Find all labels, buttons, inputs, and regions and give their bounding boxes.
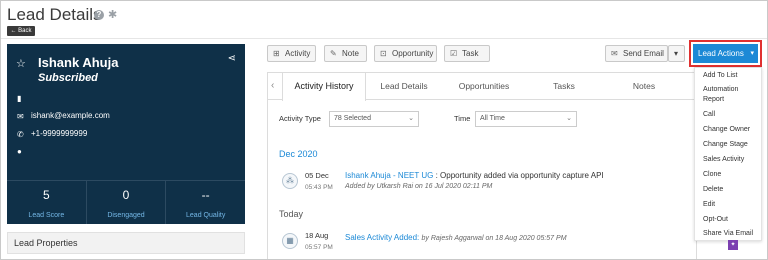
send-email-button[interactable]: ✉ Send Email	[605, 45, 668, 62]
stat-value: 5	[42, 188, 50, 202]
share-icon[interactable]: ⋖	[228, 53, 236, 64]
phone-icon: ✆	[17, 130, 24, 139]
entry-text: : Opportunity added via opportunity capt…	[435, 171, 604, 180]
activity-type-value: 78 Selected	[334, 115, 371, 122]
chevron-down-icon: ▾	[750, 50, 754, 57]
time-label: Time	[454, 114, 471, 123]
tab-activity-history[interactable]: Activity History	[282, 73, 366, 101]
lead-status: Subscribed	[38, 72, 98, 84]
calendar-icon: ▦	[282, 233, 298, 249]
time-select[interactable]: All Time ⌄	[475, 111, 577, 127]
activity-icon: ⊞	[273, 49, 280, 58]
location-icon: ●	[17, 147, 22, 156]
timeline-entry-2: Sales Activity Added: by Rajesh Aggarwal…	[345, 233, 567, 242]
star-icon[interactable]: ☆	[16, 57, 26, 70]
back-button[interactable]: ← Back	[7, 26, 35, 36]
sales-activity-link[interactable]: Sales Activity Added:	[345, 233, 419, 242]
stat-lead-quality: -- Lead Quality	[166, 181, 245, 224]
opportunity-icon: ⊡	[380, 49, 387, 58]
menu-item-automation-report-line2[interactable]: Report	[703, 96, 724, 103]
stat-label: Disengaged	[107, 212, 145, 219]
stat-value: 0	[122, 188, 130, 202]
menu-item-share-via-email[interactable]: Share Via Email	[703, 230, 753, 237]
activity-type-select[interactable]: 78 Selected ⌄	[329, 111, 419, 127]
add-opportunity-button[interactable]: ⊡ Opportunity	[374, 45, 437, 62]
tab-bar: ‹ Activity History Lead Details Opportun…	[268, 73, 696, 101]
lead-actions-highlight: Lead Actions ▾	[689, 40, 762, 67]
stat-label: Lead Score	[28, 212, 65, 219]
group-today: Today	[279, 209, 304, 219]
entry-date: 05 Dec	[305, 171, 329, 180]
lead-actions-label: Lead Actions	[698, 49, 744, 58]
stat-value: --	[201, 188, 210, 202]
bulb-icon[interactable]: ✱	[108, 8, 117, 21]
menu-item-opt-out[interactable]: Opt-Out	[703, 216, 728, 223]
add-opportunity-label: Opportunity	[392, 49, 434, 58]
tab-notes[interactable]: Notes	[602, 73, 686, 99]
tab-lead-details[interactable]: Lead Details	[366, 73, 442, 99]
menu-item-automation-report[interactable]: Automation	[703, 86, 738, 93]
add-note-label: Note	[342, 49, 359, 58]
lead-stats: 5 Lead Score 0 Disengaged -- Lead Qualit…	[7, 180, 245, 224]
menu-item-change-owner[interactable]: Change Owner	[703, 126, 750, 133]
app-frame: Lead Details ? ✱ ← Back ☆ Ishank Ahuja S…	[0, 0, 768, 260]
score-bars-icon: ▮	[17, 94, 22, 103]
menu-item-delete[interactable]: Delete	[703, 186, 723, 193]
lead-properties-header[interactable]: Lead Properties	[7, 232, 245, 254]
page-title: Lead Details	[7, 5, 102, 24]
lead-email[interactable]: ishank@example.com	[31, 111, 110, 120]
opportunity-link[interactable]: Ishank Ahuja - NEET UG	[345, 171, 433, 180]
menu-item-add-to-list[interactable]: Add To List	[703, 72, 738, 79]
time-value: All Time	[480, 115, 505, 122]
lead-phone[interactable]: +1-9999999999	[31, 129, 87, 138]
menu-item-change-stage[interactable]: Change Stage	[703, 141, 748, 148]
activity-type-label: Activity Type	[279, 114, 321, 123]
help-icon[interactable]: ?	[94, 10, 104, 20]
group-dec-2020: Dec 2020	[279, 149, 318, 159]
header-divider	[1, 38, 767, 39]
opportunity-icon: ⁂	[282, 173, 298, 189]
add-task-button[interactable]: ☑ Task	[444, 45, 490, 62]
entry-date: 18 Aug	[305, 231, 329, 240]
lead-actions-button[interactable]: Lead Actions ▾	[693, 44, 758, 63]
chevron-left-icon[interactable]: ‹	[271, 80, 274, 91]
add-task-label: Task	[462, 49, 479, 58]
tab-opportunities[interactable]: Opportunities	[442, 73, 526, 99]
send-email-label: Send Email	[623, 49, 664, 58]
menu-item-sales-activity[interactable]: Sales Activity	[703, 156, 744, 163]
tab-tasks[interactable]: Tasks	[526, 73, 602, 99]
add-activity-button[interactable]: ⊞ Activity	[267, 45, 316, 62]
timeline-entry-1: Ishank Ahuja - NEET UG : Opportunity add…	[345, 171, 604, 180]
entry-text: by Rajesh Aggarwal on 18 Aug 2020 05:57 …	[421, 235, 567, 242]
menu-item-edit[interactable]: Edit	[703, 201, 715, 208]
add-activity-label: Activity	[285, 49, 311, 58]
send-email-dropdown-button[interactable]: ▾	[668, 45, 685, 62]
stat-lead-score: 5 Lead Score	[7, 181, 87, 224]
entry-meta: Added by Utkarsh Rai on 16 Jul 2020 02:1…	[345, 183, 493, 190]
lead-card: ☆ Ishank Ahuja Subscribed ⋖ ▮ ✉ ishank@e…	[7, 44, 245, 224]
task-icon: ☑	[450, 49, 458, 58]
lead-name: Ishank Ahuja	[38, 55, 119, 70]
add-note-button[interactable]: ✎ Note	[324, 45, 367, 62]
lead-actions-menu: Add To List Automation Report Call Chang…	[694, 67, 762, 241]
activity-panel: ‹ Activity History Lead Details Opportun…	[267, 72, 697, 259]
menu-item-clone[interactable]: Clone	[703, 171, 721, 178]
mail-icon: ✉	[611, 49, 618, 58]
stat-disengaged: 0 Disengaged	[87, 181, 167, 224]
menu-item-call[interactable]: Call	[703, 111, 715, 118]
email-icon: ✉	[17, 112, 24, 121]
entry-time: 05:57 PM	[305, 244, 333, 251]
note-icon: ✎	[330, 49, 337, 58]
stat-label: Lead Quality	[186, 212, 226, 219]
chevron-down-icon: ⌄	[566, 115, 572, 122]
chevron-down-icon: ▾	[674, 49, 679, 58]
chevron-down-icon: ⌄	[408, 115, 414, 122]
entry-time: 05:43 PM	[305, 184, 333, 191]
plugin-icon[interactable]: ✦	[728, 240, 738, 250]
